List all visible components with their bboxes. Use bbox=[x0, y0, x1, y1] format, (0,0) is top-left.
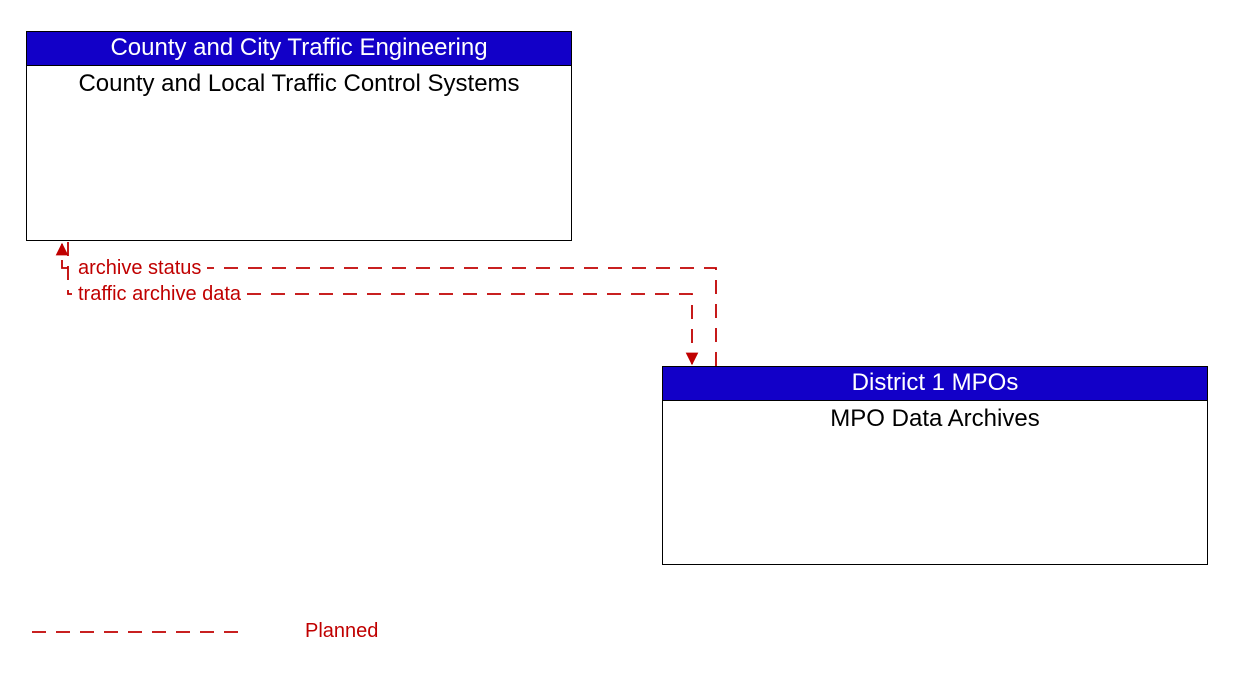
flow-label-archive-status: archive status bbox=[78, 257, 201, 280]
node-header: County and City Traffic Engineering bbox=[27, 32, 571, 66]
diagram-canvas: County and City Traffic Engineering Coun… bbox=[0, 0, 1252, 688]
node-body: County and Local Traffic Control Systems bbox=[27, 66, 571, 98]
node-body: MPO Data Archives bbox=[663, 401, 1207, 433]
node-district-1-mpos: District 1 MPOs MPO Data Archives bbox=[662, 366, 1208, 565]
flow-label-traffic-archive-data: traffic archive data bbox=[78, 283, 241, 306]
node-header: District 1 MPOs bbox=[663, 367, 1207, 401]
legend-label-planned: Planned bbox=[305, 620, 378, 643]
node-county-traffic-engineering: County and City Traffic Engineering Coun… bbox=[26, 31, 572, 241]
